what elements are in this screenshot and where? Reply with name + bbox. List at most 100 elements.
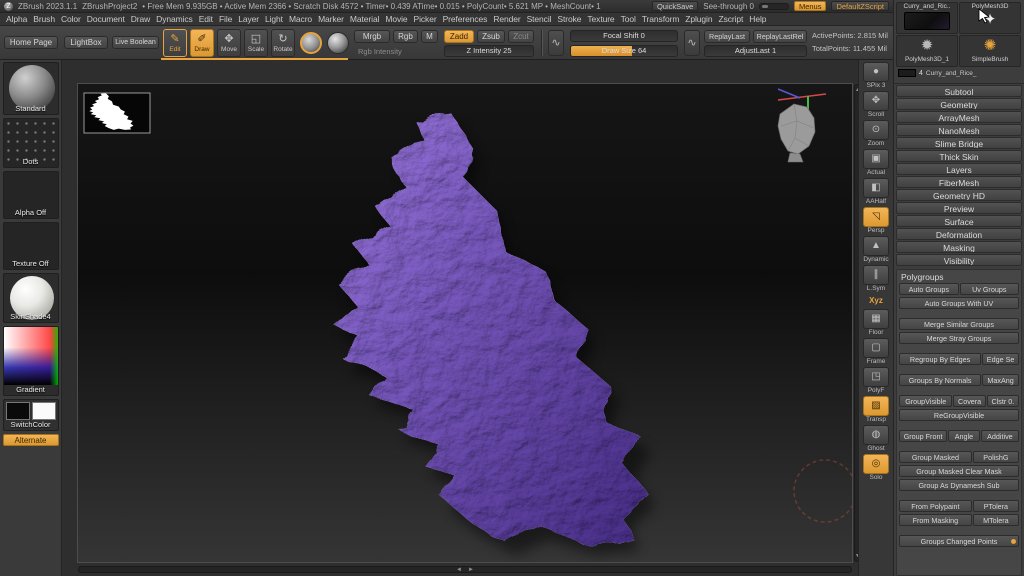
group-front-button[interactable]: Group Front: [899, 430, 947, 442]
menu-item-alpha[interactable]: Alpha: [3, 14, 30, 24]
current-brush-icon[interactable]: [300, 32, 322, 54]
shelf-persp-button[interactable]: ◹ Persp: [862, 207, 890, 235]
regroup-by-edges-button[interactable]: Regroup By Edges: [899, 353, 981, 365]
switch-color-widget[interactable]: SwitchColor: [3, 399, 59, 431]
groups-by-normals-button[interactable]: Groups By Normals: [899, 374, 981, 386]
regroup-visible-button[interactable]: ReGroupVisible: [899, 409, 1019, 421]
shelf-xyz-button[interactable]: Xyz: [862, 294, 890, 308]
menu-item-material[interactable]: Material: [347, 14, 382, 24]
menu-item-macro[interactable]: Macro: [286, 14, 315, 24]
tool-section-geometry-hd[interactable]: Geometry HD: [896, 189, 1022, 201]
shelf-actual-button[interactable]: ▣ Actual: [862, 149, 890, 177]
zcut-button[interactable]: Zcut: [508, 30, 534, 43]
tool-section-subtool[interactable]: Subtool: [896, 85, 1022, 97]
cluster-slider[interactable]: Clstr 0.: [987, 395, 1019, 407]
menu-item-preferences[interactable]: Preferences: [440, 14, 491, 24]
sculpted-terrain-mesh[interactable]: [330, 110, 645, 541]
replay-last-button[interactable]: ReplayLast: [704, 30, 750, 43]
group-masked-clear-mask-button[interactable]: Group Masked Clear Mask: [899, 465, 1019, 477]
tool-slot-polymesh3d[interactable]: PolyMesh3D ✦: [959, 2, 1021, 34]
group-masked-button[interactable]: Group Masked: [899, 451, 972, 463]
menu-item-texture[interactable]: Texture: [584, 14, 617, 24]
color-picker[interactable]: Gradient: [3, 326, 59, 396]
default-zscript-button[interactable]: DefaultZScript: [831, 1, 889, 11]
alternate-button[interactable]: Alternate: [3, 434, 59, 446]
scale-mode-button[interactable]: ◱ Scale: [244, 29, 268, 57]
material-sphere-icon[interactable]: [327, 32, 349, 54]
rgb-button[interactable]: Rgb: [393, 30, 418, 43]
rgb-intensity-slider[interactable]: Rgb Intensity: [358, 47, 402, 56]
current-brush-thumbnail[interactable]: Standard: [3, 62, 59, 115]
polish-groups-slider[interactable]: PolishG: [973, 451, 1019, 463]
max-angle-slider[interactable]: MaxAng: [982, 374, 1019, 386]
menu-item-help[interactable]: Help: [746, 14, 769, 24]
tool-section-thick-skin[interactable]: Thick Skin: [896, 150, 1022, 162]
menu-item-render[interactable]: Render: [490, 14, 523, 24]
auto-groups-button[interactable]: Auto Groups: [899, 283, 959, 295]
shelf-transp-button[interactable]: ▨ Transp: [862, 396, 890, 424]
focal-curve-icon[interactable]: ∿: [548, 30, 564, 56]
shelf-polyf-button[interactable]: ◳ PolyF: [862, 367, 890, 395]
scroll-right-icon[interactable]: ►: [468, 567, 474, 573]
menu-item-zscript[interactable]: Zscript: [715, 14, 746, 24]
tool-section-slime-bridge[interactable]: Slime Bridge: [896, 137, 1022, 149]
shelf-solo-button[interactable]: ◎ Solo: [862, 454, 890, 482]
merge-similar-groups-button[interactable]: Merge Similar Groups: [899, 318, 1019, 330]
menus-button[interactable]: Menus: [794, 1, 827, 11]
menu-item-zplugin[interactable]: Zplugin: [682, 14, 715, 24]
edge-sensitivity-slider[interactable]: Edge Se: [982, 353, 1019, 365]
tool-history-thumbnail[interactable]: [898, 69, 916, 77]
horizontal-scrollbar[interactable]: ◄ ►: [78, 566, 852, 573]
tool-section-geometry[interactable]: Geometry: [896, 98, 1022, 110]
auto-groups-with-uv-button[interactable]: Auto Groups With UV: [899, 297, 1019, 309]
from-masking-button[interactable]: From Masking: [899, 514, 972, 526]
texture-thumbnail[interactable]: Texture Off: [3, 222, 59, 270]
scroll-left-icon[interactable]: ◄: [456, 567, 462, 573]
zsub-button[interactable]: Zsub: [477, 30, 505, 43]
shelf-ghost-button[interactable]: ◍ Ghost: [862, 425, 890, 453]
tool-section-deformation[interactable]: Deformation: [896, 228, 1022, 240]
camera-head-gizmo[interactable]: [778, 89, 826, 162]
menu-item-edit[interactable]: Edit: [196, 14, 216, 24]
stroke-type-thumbnail[interactable]: Dots: [3, 118, 59, 168]
z-intensity-slider[interactable]: Z Intensity 25: [444, 45, 534, 57]
menu-item-movie[interactable]: Movie: [382, 14, 410, 24]
menu-item-draw[interactable]: Draw: [128, 14, 153, 24]
menu-item-transform[interactable]: Transform: [639, 14, 683, 24]
menu-item-stroke[interactable]: Stroke: [554, 14, 584, 24]
mask-tolerance-slider[interactable]: MTolera: [973, 514, 1019, 526]
color-gradient-field[interactable]: [4, 327, 59, 385]
shelf-dynamic-button[interactable]: ▲ Dynamic: [862, 236, 890, 264]
tool-slot-simplebrush[interactable]: ✺ SimpleBrush: [959, 35, 1021, 67]
zadd-button[interactable]: Zadd: [444, 30, 474, 43]
material-thumbnail[interactable]: SkinShade4: [3, 273, 59, 323]
shelf-scroll-button[interactable]: ✥ Scroll: [862, 91, 890, 119]
rotate-mode-button[interactable]: ↻ Rotate: [271, 29, 295, 57]
uv-groups-button[interactable]: Uv Groups: [960, 283, 1020, 295]
menu-item-light[interactable]: Light: [262, 14, 286, 24]
angle-slider[interactable]: Angle: [948, 430, 980, 442]
shelf-spix-button[interactable]: ● SPix 3: [862, 62, 890, 90]
merge-stray-groups-button[interactable]: Merge Stray Groups: [899, 332, 1019, 344]
home-page-button[interactable]: Home Page: [4, 36, 58, 49]
menu-item-tool[interactable]: Tool: [618, 14, 639, 24]
draw-mode-button[interactable]: ✐ Draw: [190, 29, 214, 57]
tool-section-nanomesh[interactable]: NanoMesh: [896, 124, 1022, 136]
menu-item-brush[interactable]: Brush: [30, 14, 58, 24]
move-mode-button[interactable]: ✥ Move: [217, 29, 241, 57]
menu-item-document[interactable]: Document: [84, 14, 128, 24]
draw-size-slider[interactable]: Draw Size 64: [570, 45, 678, 57]
tool-section-visibility[interactable]: Visibility: [896, 254, 1022, 266]
shelf-zoom-button[interactable]: ⊙ Zoom: [862, 120, 890, 148]
menu-item-dynamics[interactable]: Dynamics: [153, 14, 196, 24]
group-visible-button[interactable]: GroupVisible: [899, 395, 952, 407]
tool-section-preview[interactable]: Preview: [896, 202, 1022, 214]
see-through-slider[interactable]: [759, 3, 789, 10]
tool-section-arraymesh[interactable]: ArrayMesh: [896, 111, 1022, 123]
tool-section-surface[interactable]: Surface: [896, 215, 1022, 227]
secondary-color-swatch[interactable]: [32, 402, 56, 420]
tool-section-masking[interactable]: Masking: [896, 241, 1022, 253]
from-polypaint-button[interactable]: From Polypaint: [899, 500, 972, 512]
shelf-floor-button[interactable]: ▦ Floor: [862, 309, 890, 337]
main-color-swatch[interactable]: [6, 402, 30, 420]
